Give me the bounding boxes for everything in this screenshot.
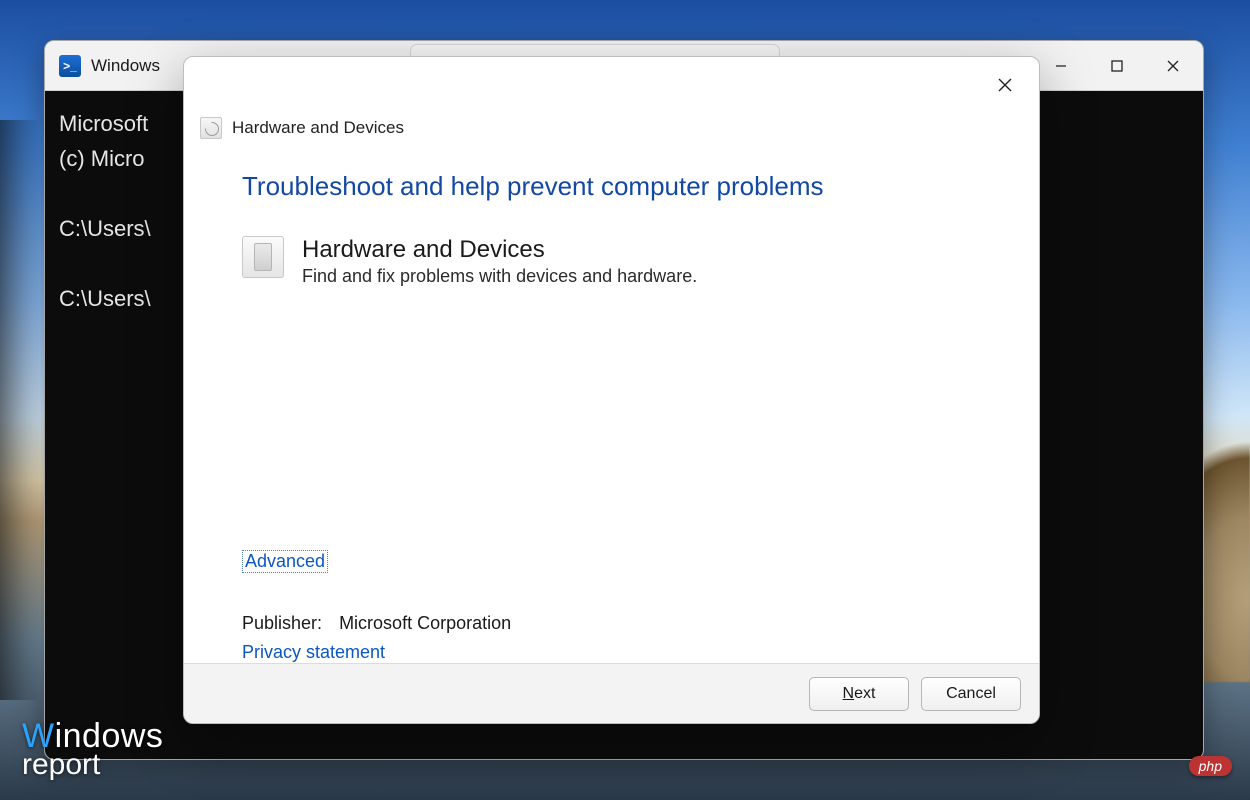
advanced-link[interactable]: Advanced (242, 550, 328, 573)
console-line: C:\Users\ (59, 286, 151, 311)
watermark: Windows report (22, 717, 163, 782)
dialog-heading: Troubleshoot and help prevent computer p… (242, 171, 981, 202)
console-line: Microsoft (59, 111, 148, 136)
privacy-link[interactable]: Privacy statement (242, 642, 385, 662)
dialog-content: Troubleshoot and help prevent computer p… (184, 145, 1039, 344)
powershell-icon: >_ (59, 55, 81, 77)
dialog-close-button[interactable] (987, 69, 1023, 101)
minimize-button[interactable] (1033, 41, 1089, 91)
dialog-header: Hardware and Devices (184, 57, 1039, 145)
dialog-footer: Next Cancel (184, 663, 1039, 723)
troubleshooter-item-title: Hardware and Devices (302, 236, 697, 264)
publisher-line: Publisher: Microsoft Corporation (242, 613, 981, 634)
console-line: C:\Users\ (59, 216, 151, 241)
dialog-lower: Advanced Publisher: Microsoft Corporatio… (184, 344, 1039, 663)
maximize-button[interactable] (1089, 41, 1145, 91)
next-rest: ext (854, 685, 875, 703)
troubleshooter-icon (200, 117, 222, 139)
troubleshooter-item: Hardware and Devices Find and fix proble… (242, 236, 981, 287)
next-accel: N (843, 685, 855, 703)
publisher-label: Publisher: (242, 613, 322, 633)
cancel-button[interactable]: Cancel (921, 677, 1021, 711)
hardware-icon (242, 236, 284, 278)
dialog-header-title: Hardware and Devices (232, 118, 404, 138)
close-button[interactable] (1145, 41, 1201, 91)
powershell-title: Windows (91, 56, 160, 76)
next-button[interactable]: Next (809, 677, 909, 711)
console-line: (c) Micro (59, 146, 145, 171)
publisher-value: Microsoft Corporation (339, 613, 511, 633)
php-badge: php (1189, 756, 1232, 776)
desktop-wallpaper: >_ Windows Microsoft (c) Micro C:\Users\… (0, 0, 1250, 800)
troubleshooter-item-desc: Find and fix problems with devices and h… (302, 266, 697, 287)
window-controls (1033, 41, 1201, 91)
troubleshooter-dialog: Hardware and Devices Troubleshoot and he… (183, 56, 1040, 724)
